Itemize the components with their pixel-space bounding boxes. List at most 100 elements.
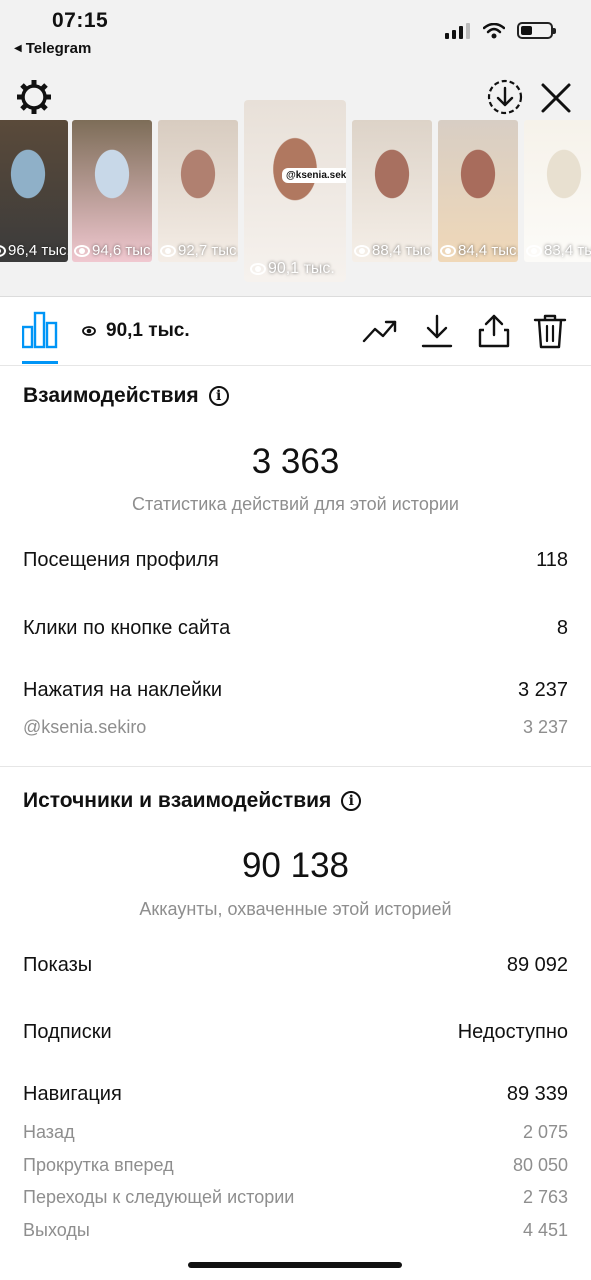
view-count-text: 96,4 тыс. (8, 242, 68, 259)
selected-story-pointer (285, 284, 309, 296)
metric-label: Навигация (23, 1083, 122, 1105)
thumbnail-view-count: 84,4 тыс. (440, 242, 518, 259)
share-icon[interactable] (476, 313, 512, 349)
metric-subrow: Назад 2 075 (23, 1122, 568, 1143)
eye-icon (526, 244, 542, 257)
metric-value: 2 763 (522, 1187, 568, 1207)
metric-label: Нажатия на наклейки (23, 679, 223, 701)
story-thumbnail-strip: 96,4 тыс. 94,6 тыс. 92,7 тыс. @ksenia.sekir… (0, 100, 591, 295)
interactions-total: 3 363 (251, 442, 340, 481)
metric-row: Навигация 89 339 (23, 1083, 568, 1106)
metric-subrow: Переходы к следующей истории 2 763 (23, 1187, 568, 1208)
metric-row: Посещения профиля 118 (23, 549, 568, 572)
metric-label: Подписки (23, 1021, 112, 1043)
story-thumbnail[interactable]: 96,4 тыс. (0, 120, 68, 262)
eye-icon (250, 263, 266, 275)
insights-chart-icon[interactable] (22, 311, 58, 349)
story-preview-image (438, 120, 518, 262)
active-tab-indicator (22, 361, 58, 364)
story-preview-image (72, 120, 152, 262)
metric-value: 3 237 (522, 717, 568, 737)
metric-label: Прокрутка вперед (23, 1155, 174, 1175)
back-arrow-icon: ◀ (14, 43, 22, 54)
download-icon[interactable] (419, 313, 455, 349)
metric-value: 4 451 (522, 1220, 568, 1240)
metric-value: 3 237 (517, 679, 568, 701)
back-app-label: Telegram (25, 40, 92, 57)
eye-icon (160, 244, 176, 257)
thumbnail-view-count: 90,1 тыс. (250, 260, 335, 278)
trash-icon[interactable] (532, 313, 568, 349)
battery-icon (517, 22, 556, 39)
view-count-text: 92,7 тыс. (178, 242, 238, 259)
story-thumbnail[interactable]: 84,4 тыс. (438, 120, 518, 262)
story-thumbnail[interactable]: 92,7 тыс. (158, 120, 238, 262)
story-preview-image (352, 120, 432, 262)
story-thumbnail[interactable]: 83,4 тыс. (524, 120, 591, 262)
view-count-text: 88,4 тыс. (372, 242, 432, 259)
sticker-label[interactable]: @ksenia.sekiro (23, 717, 146, 738)
metric-value: 89 092 (506, 954, 568, 976)
metric-value: 89 339 (506, 1083, 568, 1105)
interactions-caption: Статистика действий для этой истории (132, 494, 459, 514)
metric-value: 118 (536, 549, 568, 571)
signal-icon (445, 22, 470, 39)
story-preview-image (158, 120, 238, 262)
story-thumbnail[interactable]: 94,6 тыс. (72, 120, 152, 262)
view-count-text: 83,4 тыс. (544, 242, 591, 259)
metric-row: Подписки Недоступно (23, 1021, 568, 1044)
eye-icon (0, 244, 6, 257)
thumbnail-view-count: 88,4 тыс. (354, 242, 432, 259)
metric-label: Клики по кнопке сайта (23, 617, 231, 639)
reach-count: 90,1 тыс. (82, 320, 190, 342)
eye-icon (82, 326, 96, 336)
story-thumbnail[interactable]: 88,4 тыс. (352, 120, 432, 262)
story-thumbnail-selected[interactable]: @ksenia.sekiro 90,1 тыс. (244, 100, 346, 282)
view-count-text: 84,4 тыс. (458, 242, 518, 259)
metric-label: Переходы к следующей истории (23, 1187, 295, 1207)
back-to-app-link[interactable]: ◀ Telegram (14, 40, 91, 57)
view-count-text: 90,1 тыс. (268, 260, 335, 277)
reach-value: 90,1 тыс. (106, 320, 190, 341)
interactions-title-text: Взаимодействия (23, 384, 199, 407)
section-divider (0, 766, 591, 767)
eye-icon (74, 244, 90, 257)
thumbnail-view-count: 83,4 тыс. (526, 242, 591, 259)
info-icon[interactable]: i (208, 386, 229, 406)
status-time: 07:15 (52, 9, 109, 32)
metric-row: Клики по кнопке сайта 8 (23, 617, 568, 640)
view-count-text: 94,6 тыс. (92, 242, 152, 259)
mention-sticker: @ksenia.sekiro (282, 168, 346, 183)
interactions-title: Взаимодействия i (23, 384, 229, 408)
metric-value: 2 075 (522, 1122, 568, 1142)
discovery-title-text: Источники и взаимодействия (23, 789, 332, 812)
metric-label: Посещения профиля (23, 549, 219, 571)
story-preview-image (524, 120, 591, 262)
eye-icon (354, 244, 370, 257)
metric-label: Показы (23, 954, 93, 976)
metric-label: Выходы (23, 1220, 90, 1240)
metric-row: Нажатия на наклейки 3 237 (23, 679, 568, 702)
metric-label: Назад (23, 1122, 75, 1142)
trending-icon[interactable] (362, 313, 398, 349)
discovery-caption: Аккаунты, охваченные этой историей (139, 899, 452, 919)
story-header: 07:15 ◀ Telegram 96,4 тыс. 94,6 тыс. 92,… (0, 0, 591, 297)
story-preview-image (244, 100, 346, 282)
wifi-icon (483, 22, 505, 38)
discovery-title: Источники и взаимодействия i (23, 789, 362, 813)
metric-value: Недоступно (457, 1021, 568, 1043)
metric-value: 80 050 (512, 1155, 568, 1175)
thumbnail-view-count: 94,6 тыс. (74, 242, 152, 259)
metric-subrow: Выходы 4 451 (23, 1220, 568, 1241)
story-preview-image (0, 120, 68, 262)
eye-icon (440, 244, 456, 257)
status-icons (445, 22, 556, 39)
metric-row: Показы 89 092 (23, 954, 568, 977)
metric-subrow: Прокрутка вперед 80 050 (23, 1155, 568, 1176)
info-icon[interactable]: i (341, 791, 362, 811)
metric-subrow: @ksenia.sekiro 3 237 (23, 717, 568, 738)
discovery-total: 90 138 (241, 846, 350, 885)
thumbnail-view-count: 92,7 тыс. (160, 242, 238, 259)
metric-value: 8 (556, 617, 568, 639)
home-indicator[interactable] (188, 1262, 402, 1268)
